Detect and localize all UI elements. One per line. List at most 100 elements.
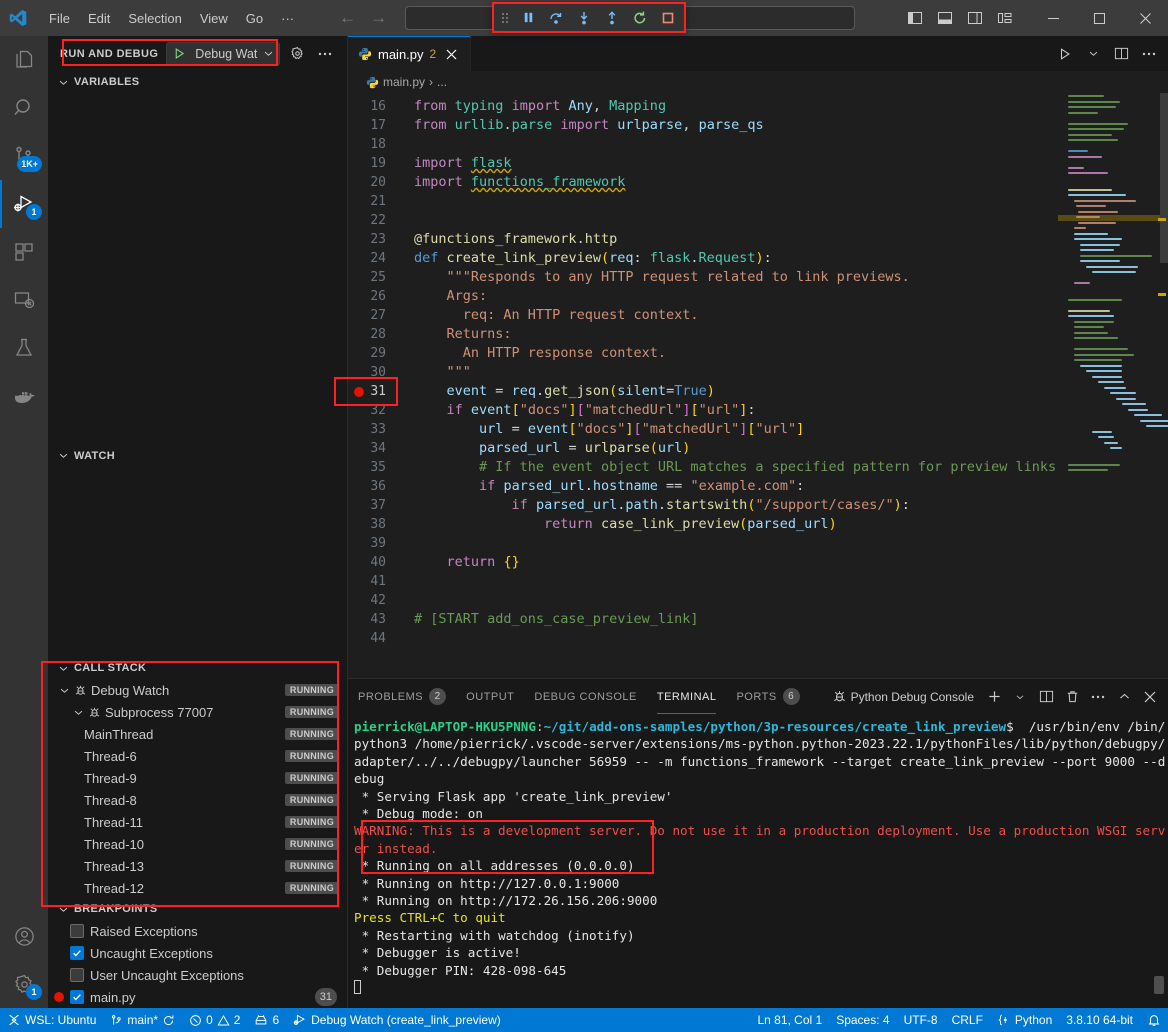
code-text[interactable]: Args:	[406, 287, 487, 306]
debug-step-into-button[interactable]	[570, 5, 598, 30]
code-text[interactable]: # [START add_ons_case_preview_link]	[406, 610, 698, 629]
line-number[interactable]: 22	[348, 211, 406, 230]
breakpoint-row[interactable]: Uncaught Exceptions	[48, 942, 347, 964]
code-line[interactable]: 34 parsed_url = urlparse(url)	[348, 439, 1058, 458]
line-number[interactable]: 26	[348, 287, 406, 306]
chevron-down-icon[interactable]	[259, 48, 277, 59]
code-line[interactable]: 40 return {}	[348, 553, 1058, 572]
status-language-mode[interactable]: Python	[990, 1008, 1059, 1032]
code-line[interactable]: 36 if parsed_url.hostname == "example.co…	[348, 477, 1058, 496]
line-number[interactable]: 20	[348, 173, 406, 192]
debug-step-over-button[interactable]	[542, 5, 570, 30]
line-number[interactable]: 23	[348, 230, 406, 249]
debug-step-out-button[interactable]	[598, 5, 626, 30]
chevron-down-icon[interactable]	[70, 707, 86, 718]
panel-tab-problems[interactable]: PROBLEMS 2	[348, 679, 456, 714]
code-text[interactable]: def create_link_preview(req: flask.Reque…	[406, 249, 772, 268]
code-text[interactable]	[406, 629, 422, 648]
line-number[interactable]: 39	[348, 534, 406, 553]
code-line[interactable]: 37 if parsed_url.path.startswith("/suppo…	[348, 496, 1058, 515]
line-number[interactable]: 24	[348, 249, 406, 268]
code-text[interactable]: from urllib.parse import urlparse, parse…	[406, 116, 764, 135]
customize-layout-icon[interactable]	[990, 3, 1020, 33]
line-number[interactable]: 33	[348, 420, 406, 439]
code-line[interactable]: 26 Args:	[348, 287, 1058, 306]
code-line[interactable]: 30 """	[348, 363, 1058, 382]
toggle-secondary-sidebar-icon[interactable]	[960, 3, 990, 33]
code-line[interactable]: 31 event = req.get_json(silent=True)	[348, 382, 1058, 401]
menu-go[interactable]: Go	[237, 7, 272, 30]
code-text[interactable]	[406, 211, 422, 230]
line-number[interactable]: 18	[348, 135, 406, 154]
open-launch-json-gear-icon[interactable]	[286, 43, 308, 65]
activity-item-testing[interactable]	[0, 324, 48, 372]
code-line[interactable]: 19import flask	[348, 154, 1058, 173]
section-header-call-stack[interactable]: CALL STACK	[48, 657, 347, 679]
section-header-watch[interactable]: WATCH	[48, 445, 347, 467]
line-number[interactable]: 32	[348, 401, 406, 420]
call-stack-row[interactable]: Thread-10RUNNING	[48, 833, 347, 855]
call-stack-list[interactable]: Debug WatchRUNNINGSubprocess 77007RUNNIN…	[48, 679, 347, 898]
code-text[interactable]: if parsed_url.path.startswith("/support/…	[406, 496, 910, 515]
status-python-interpreter[interactable]: 3.8.10 64-bit	[1059, 1008, 1140, 1032]
line-number[interactable]: 21	[348, 192, 406, 211]
code-line[interactable]: 23@functions_framework.http	[348, 230, 1058, 249]
code-line[interactable]: 42	[348, 591, 1058, 610]
code-text[interactable]: parsed_url = urlparse(url)	[406, 439, 690, 458]
go-forward-icon[interactable]: →	[370, 8, 387, 28]
panel-tab-ports[interactable]: PORTS 6	[726, 679, 809, 714]
new-terminal-icon[interactable]	[982, 685, 1006, 709]
activity-item-search[interactable]	[0, 84, 48, 132]
code-editor[interactable]: 16from typing import Any, Mapping17from …	[348, 93, 1168, 678]
code-line[interactable]: 24def create_link_preview(req: flask.Req…	[348, 249, 1058, 268]
line-number[interactable]: 30	[348, 363, 406, 382]
line-number[interactable]: 25	[348, 268, 406, 287]
line-number[interactable]: 29	[348, 344, 406, 363]
status-remote-indicator[interactable]: WSL: Ubuntu	[0, 1008, 103, 1032]
menu-view[interactable]: View	[191, 7, 237, 30]
go-back-icon[interactable]: ←	[339, 8, 356, 28]
active-terminal-name[interactable]: Python Debug Console	[826, 689, 980, 704]
code-text[interactable]	[406, 534, 422, 553]
status-cursor-position[interactable]: Ln 81, Col 1	[750, 1008, 829, 1032]
chevron-down-icon[interactable]	[56, 685, 72, 696]
breakpoint-row[interactable]: Raised Exceptions	[48, 920, 347, 942]
line-number[interactable]: 19	[348, 154, 406, 173]
start-debugging-play-icon[interactable]	[167, 47, 191, 60]
breadcrumb-file[interactable]: main.py	[383, 75, 425, 89]
code-text[interactable]: @functions_framework.http	[406, 230, 617, 249]
panel-tab-debug-console[interactable]: DEBUG CONSOLE	[524, 679, 646, 714]
line-number[interactable]: 42	[348, 591, 406, 610]
code-line[interactable]: 35 # If the event object URL matches a s…	[348, 458, 1058, 477]
status-debug-session[interactable]: Debug Watch (create_link_preview)	[286, 1008, 508, 1032]
activity-item-docker[interactable]	[0, 372, 48, 420]
code-text[interactable]	[406, 572, 422, 591]
line-number[interactable]: 28	[348, 325, 406, 344]
status-ports[interactable]: 6	[247, 1008, 286, 1032]
status-encoding[interactable]: UTF-8	[897, 1008, 945, 1032]
code-text[interactable]: import flask	[406, 154, 512, 173]
code-line[interactable]: 16from typing import Any, Mapping	[348, 97, 1058, 116]
line-number[interactable]: 41	[348, 572, 406, 591]
code-text[interactable]: from typing import Any, Mapping	[406, 97, 666, 116]
terminal-dropdown-chevron-down-icon[interactable]	[1008, 685, 1032, 709]
code-viewport[interactable]: 16from typing import Any, Mapping17from …	[348, 93, 1058, 678]
code-line[interactable]: 39	[348, 534, 1058, 553]
breakpoint-dot-icon[interactable]	[354, 387, 364, 397]
code-line[interactable]: 20import functions_framework	[348, 173, 1058, 192]
editor-more-actions-ellipsis-icon[interactable]	[1136, 41, 1162, 67]
code-line[interactable]: 33 url = event["docs"]["matchedUrl"]["ur…	[348, 420, 1058, 439]
code-text[interactable]: Returns:	[406, 325, 512, 344]
debug-stop-button[interactable]	[654, 5, 682, 30]
line-number[interactable]: 37	[348, 496, 406, 515]
breadcrumb-symbol[interactable]: ...	[437, 75, 447, 89]
line-number[interactable]: 44	[348, 629, 406, 648]
split-terminal-icon[interactable]	[1034, 685, 1058, 709]
debug-configuration-selector[interactable]: Debug Wat	[166, 42, 280, 66]
call-stack-row[interactable]: Thread-6RUNNING	[48, 745, 347, 767]
terminal-scrollbar[interactable]	[1154, 976, 1164, 994]
code-line[interactable]: 43# [START add_ons_case_preview_link]	[348, 610, 1058, 629]
terminal-output[interactable]: pierrick@LAPTOP-HKU5PNNG:~/git/add-ons-s…	[348, 714, 1168, 1008]
panel-more-actions-ellipsis-icon[interactable]	[1086, 685, 1110, 709]
call-stack-row[interactable]: Thread-11RUNNING	[48, 811, 347, 833]
